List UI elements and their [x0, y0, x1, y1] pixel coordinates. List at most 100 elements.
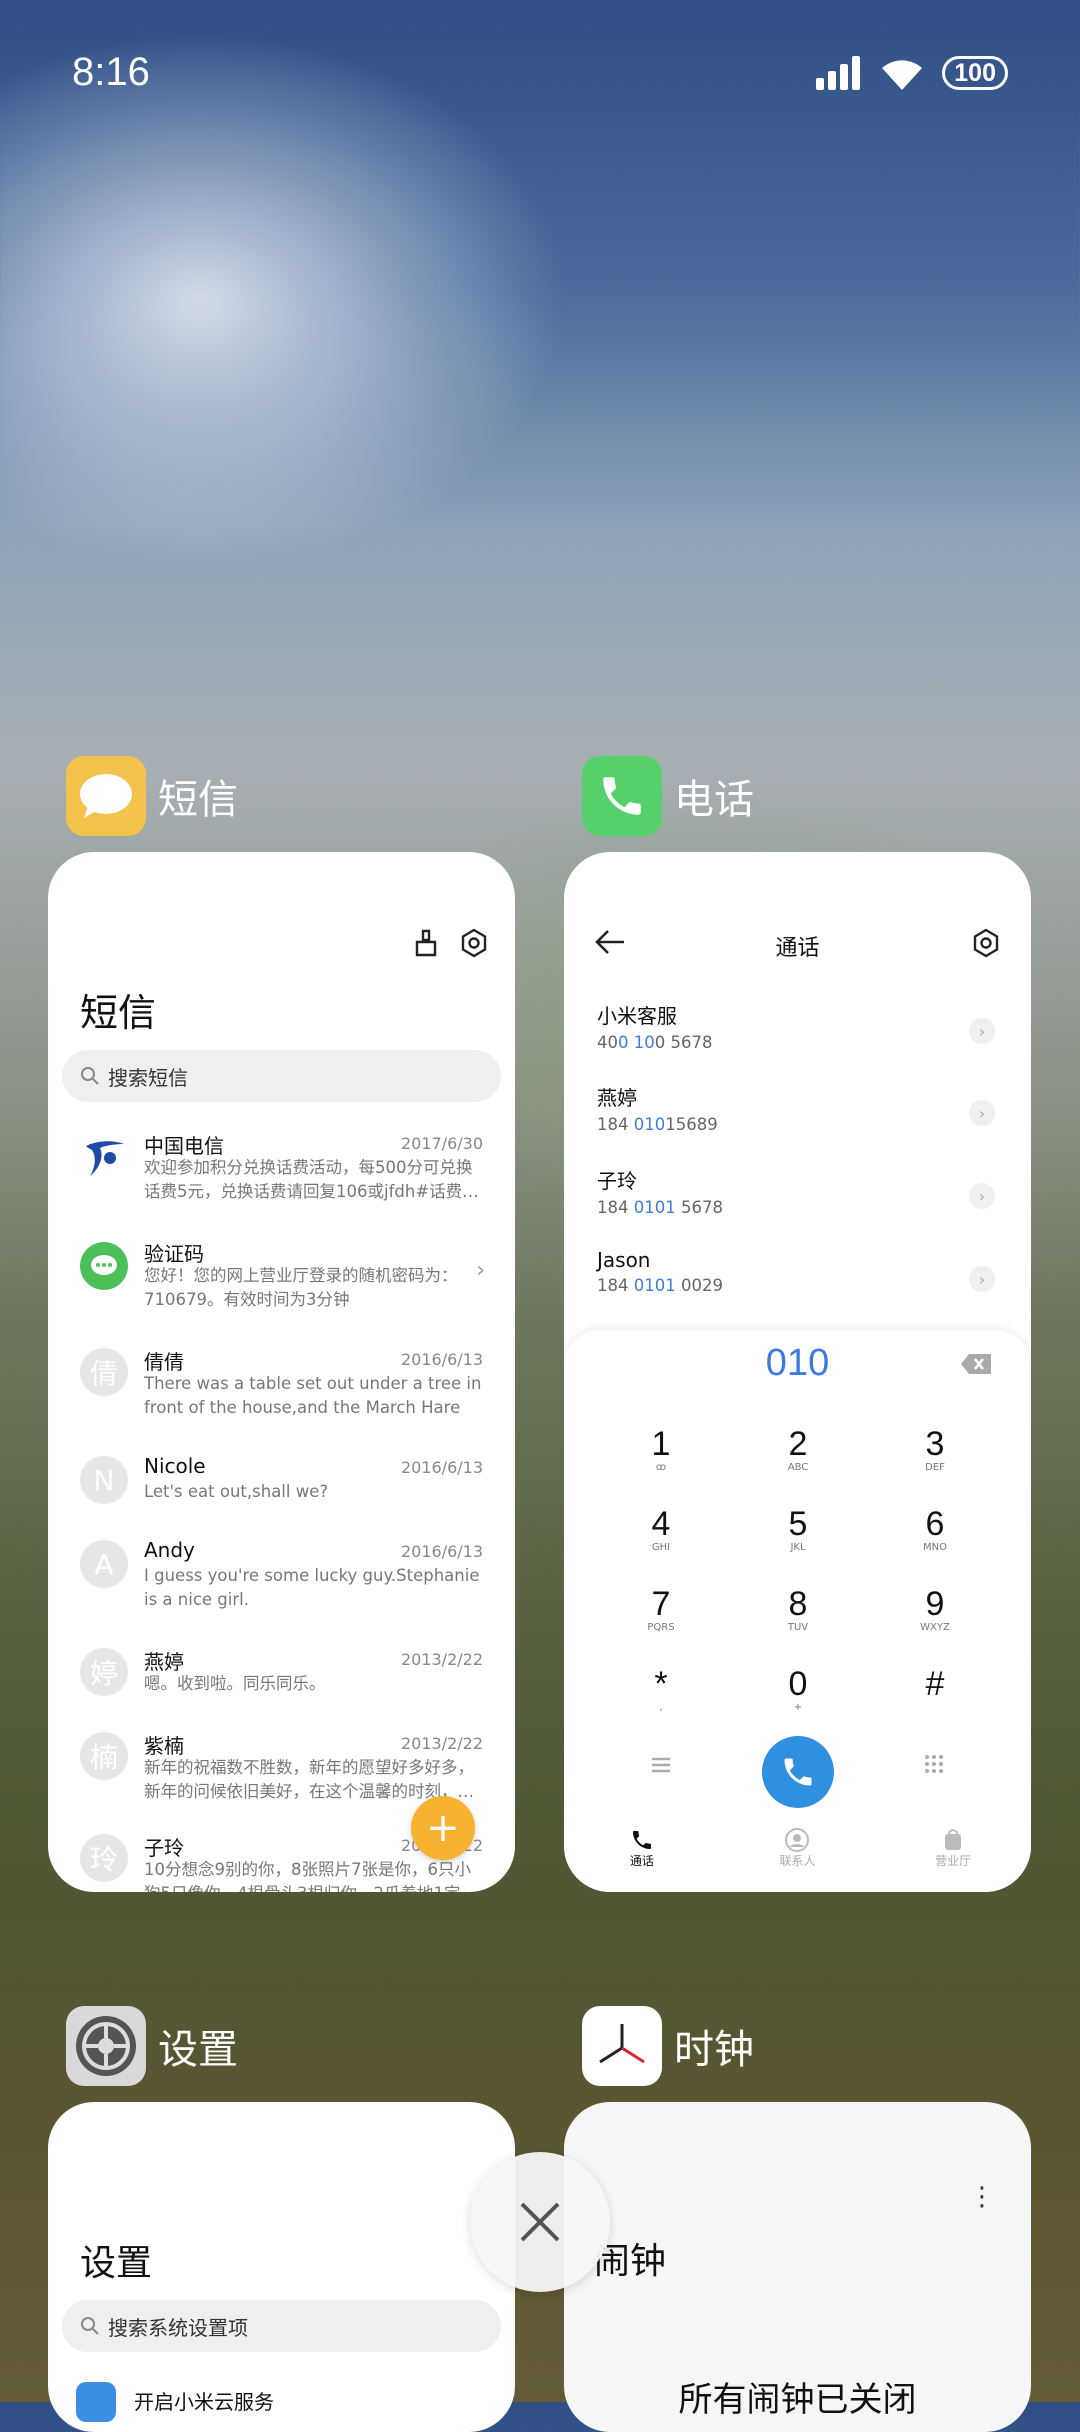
- app-header-settings[interactable]: 设置: [66, 2006, 238, 2086]
- message-date: 2013/2/22: [400, 1650, 483, 1669]
- avatar: 楠: [80, 1732, 128, 1780]
- message-sender: 燕婷: [144, 1650, 184, 1674]
- message-sender: 中国电信: [144, 1134, 224, 1158]
- message-preview: 欢迎参加积分兑换话费活动，每500分可兑换话费5元，兑换话费请回复106或jfd…: [144, 1158, 479, 1201]
- wifi-icon: [882, 60, 923, 90]
- settings-card[interactable]: 设置 搜索系统设置项 开启小米云服务: [48, 2102, 515, 2432]
- battery-indicator: 100: [942, 56, 1008, 90]
- settings-search-placeholder: 搜索系统设置项: [108, 2315, 248, 2340]
- message-sender: Andy: [144, 1538, 195, 1562]
- sms-card[interactable]: 短信 搜索短信 中国电信 2017/6/30 欢迎参加积分兑换话费活动，每500…: [48, 852, 515, 1892]
- settings-gear-icon[interactable]: [971, 928, 1001, 962]
- chevron-right-icon[interactable]: ›: [969, 1018, 995, 1044]
- tab-label: 通话: [629, 1854, 654, 1868]
- avatar: 玲: [80, 1834, 128, 1882]
- dial-key[interactable]: 5 JKL: [738, 1506, 858, 1554]
- sms-search-placeholder: 搜索短信: [108, 1065, 188, 1090]
- tab-calls[interactable]: 通话: [582, 1828, 702, 1878]
- chevron-right-icon[interactable]: ›: [969, 1183, 995, 1209]
- dial-key[interactable]: 3 DEF: [875, 1426, 995, 1474]
- backspace-icon[interactable]: [961, 1354, 991, 1378]
- dial-key[interactable]: 9 WXYZ: [875, 1586, 995, 1634]
- avatar: 倩: [80, 1348, 128, 1396]
- contact-name: 燕婷: [597, 1086, 637, 1110]
- dial-key[interactable]: #: [875, 1666, 995, 1702]
- keypad-grid-icon[interactable]: [924, 1754, 944, 1778]
- clean-brush-icon[interactable]: [411, 928, 441, 958]
- message-preview: Let's eat out,shall we?: [144, 1482, 329, 1501]
- avatar: 婷: [80, 1648, 128, 1696]
- dial-key[interactable]: 6 MNO: [875, 1506, 995, 1554]
- dial-key[interactable]: 0 +: [738, 1666, 858, 1714]
- call-button[interactable]: [762, 1736, 834, 1808]
- phone-card[interactable]: 通话 小米客服 400 100 5678 › 燕婷 184 01015689 ›…: [564, 852, 1031, 1892]
- sms-search-input[interactable]: 搜索短信: [62, 1050, 501, 1102]
- list-item[interactable]: 婷 燕婷 2013/2/22 嗯。收到啦。同乐同乐。: [48, 1644, 515, 1704]
- new-message-button[interactable]: +: [411, 1796, 475, 1860]
- contact-name: 子玲: [597, 1169, 637, 1193]
- avatar: N: [80, 1456, 128, 1504]
- message-preview: I guess you're some lucky guy.Stephanie …: [144, 1566, 480, 1609]
- app-header-phone[interactable]: 电话: [582, 756, 754, 836]
- tab-label: 营业厅: [935, 1854, 972, 1868]
- close-all-button[interactable]: [470, 2152, 610, 2292]
- contact-name: Jason: [597, 1248, 651, 1272]
- app-header-sms[interactable]: 短信: [66, 756, 238, 836]
- settings-item-label[interactable]: 开启小米云服务: [134, 2386, 274, 2415]
- status-bar: 8:16 100: [0, 0, 1080, 150]
- chat-bubble-icon: [80, 1242, 128, 1290]
- clock-card[interactable]: ⋮ 闹钟 所有闹钟已关闭: [564, 2102, 1031, 2432]
- alarms-status-text: 所有闹钟已关闭: [678, 2380, 917, 2420]
- message-date: 2017/6/30: [400, 1134, 483, 1153]
- phone-tab-icon: [632, 1831, 651, 1849]
- message-sender: 倩倩: [144, 1350, 184, 1374]
- contact-number: 184 0101 0029: [597, 1276, 723, 1295]
- contact-row[interactable]: 小米客服 400 100 5678 ›: [597, 1000, 1001, 1070]
- chevron-right-icon[interactable]: ›: [969, 1266, 995, 1292]
- app-header-clock[interactable]: 时钟: [582, 2006, 754, 2086]
- close-icon: [520, 2202, 560, 2242]
- message-preview: 10分想念9别的你，8张照片7张是你，6只小狗5只像你，4根骨头3根归你，2瓜着…: [144, 1860, 477, 1892]
- list-item[interactable]: 验证码 您好！您的网上营业厅登录的随机密码为：710679。有效时间为3分钟 ›: [48, 1236, 515, 1316]
- list-item[interactable]: 中国电信 2017/6/30 欢迎参加积分兑换话费活动，每500分可兑换话费5元…: [48, 1128, 515, 1228]
- dial-key[interactable]: 4 GHI: [601, 1506, 721, 1554]
- phone-app-icon: [582, 756, 662, 836]
- settings-app-icon: [66, 2006, 146, 2086]
- person-icon: [785, 1828, 810, 1852]
- bottom-tab-bar: 通话 联系人 营业厅: [564, 1828, 1031, 1878]
- phone-page-title: 通话: [775, 936, 820, 961]
- contact-number: 400 100 5678: [597, 1033, 713, 1052]
- list-item[interactable]: 倩 倩倩 2016/6/13 There was a table set out…: [48, 1344, 515, 1424]
- settings-search-input[interactable]: 搜索系统设置项: [62, 2300, 501, 2352]
- dial-key[interactable]: 2 ABC: [738, 1426, 858, 1474]
- contact-row[interactable]: Jason 184 0101 0029 ›: [597, 1248, 1001, 1318]
- dial-key[interactable]: 7 PQRS: [601, 1586, 721, 1634]
- settings-gear-icon[interactable]: [459, 928, 489, 958]
- tab-business-hall[interactable]: 营业厅: [893, 1828, 1013, 1878]
- contact-number: 184 0101 5678: [597, 1198, 723, 1217]
- list-item[interactable]: N Nicole 2016/6/13 Let's eat out,shall w…: [48, 1452, 515, 1512]
- dialpad: 010 1ꝏ 2 ABC 3 DEF 4 GHI 5 JKL 6 MNO 7 PQRS 8T…: [564, 1330, 1031, 1892]
- dial-key[interactable]: 8 TUV: [738, 1586, 858, 1634]
- message-sender: 子玲: [144, 1836, 184, 1860]
- contact-row[interactable]: 燕婷 184 01015689 ›: [597, 1082, 1001, 1152]
- messages-app-icon: [66, 756, 146, 836]
- tab-contacts[interactable]: 联系人: [737, 1828, 857, 1878]
- status-time: 8:16: [72, 50, 150, 94]
- chevron-right-icon[interactable]: ›: [969, 1100, 995, 1126]
- dial-key[interactable]: 1ꝏ: [601, 1426, 721, 1474]
- menu-icon[interactable]: [650, 1756, 672, 1778]
- message-date: 2016/6/13: [400, 1542, 483, 1561]
- message-date: 2016/6/13: [400, 1350, 483, 1369]
- tab-label: 联系人: [779, 1854, 816, 1868]
- avatar: A: [80, 1540, 128, 1588]
- message-preview: 您好！您的网上营业厅登录的随机密码为：710679。有效时间为3分钟: [144, 1266, 458, 1309]
- shopping-bag-icon: [945, 1829, 962, 1850]
- message-sender: 紫楠: [144, 1734, 184, 1758]
- contact-row[interactable]: 子玲 184 0101 5678 ›: [597, 1165, 1001, 1235]
- dial-key[interactable]: *,: [601, 1666, 721, 1714]
- list-item[interactable]: A Andy 2016/6/13 I guess you're some luc…: [48, 1536, 515, 1616]
- search-icon: [81, 2317, 99, 2335]
- china-telecom-logo-icon: [80, 1132, 128, 1180]
- more-options-icon[interactable]: ⋮: [969, 2182, 995, 2212]
